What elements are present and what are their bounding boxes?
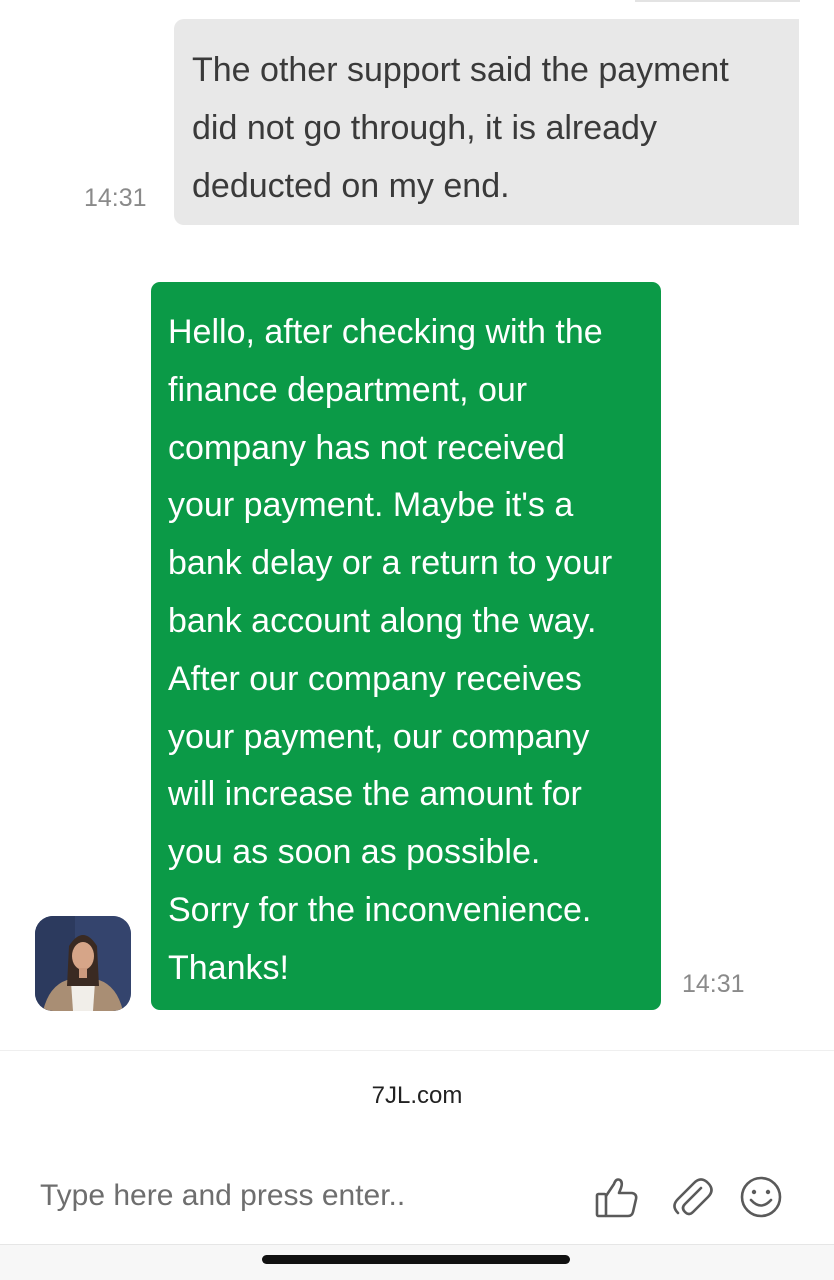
message-timestamp: 14:31 xyxy=(682,970,745,998)
agent-portrait-icon xyxy=(35,916,131,1011)
home-indicator[interactable] xyxy=(262,1255,570,1264)
message-line: your payment, our company xyxy=(168,717,590,756)
outgoing-message-bubble: Hello, after checking with the finance d… xyxy=(151,282,661,1010)
message-line: bank account along the way. xyxy=(168,601,597,640)
message-timestamp: 14:31 xyxy=(84,184,147,212)
message-line: Thanks! xyxy=(168,948,289,987)
message-line: bank delay or a return to your xyxy=(168,544,613,583)
thumbs-up-icon[interactable] xyxy=(594,1174,640,1220)
agent-avatar[interactable] xyxy=(35,916,131,1011)
message-line: you as soon as possible. xyxy=(168,833,541,872)
message-line: Sorry for the inconvenience. xyxy=(168,890,592,929)
brand-label[interactable]: 7JL.com xyxy=(0,1082,834,1110)
message-line: finance department, our xyxy=(168,370,528,409)
message-line: After our company receives xyxy=(168,659,582,698)
emoji-icon[interactable] xyxy=(738,1174,784,1220)
chat-area[interactable]: The other support said the payment did n… xyxy=(0,0,834,1050)
message-input[interactable] xyxy=(40,1176,560,1216)
divider xyxy=(0,1050,834,1051)
message-line: your payment. Maybe it's a xyxy=(168,486,574,525)
message-composer xyxy=(0,1150,834,1244)
message-line: did not go through, it is already xyxy=(192,109,657,147)
message-line: company has not received xyxy=(168,428,565,467)
message-line: The other support said the payment xyxy=(192,51,729,89)
paperclip-icon[interactable] xyxy=(668,1174,714,1220)
message-line: Hello, after checking with the xyxy=(168,313,603,351)
message-line: will increase the amount for xyxy=(168,775,582,814)
message-line: deducted on my end. xyxy=(192,167,510,205)
incoming-message-bubble: The other support said the payment did n… xyxy=(174,19,799,225)
